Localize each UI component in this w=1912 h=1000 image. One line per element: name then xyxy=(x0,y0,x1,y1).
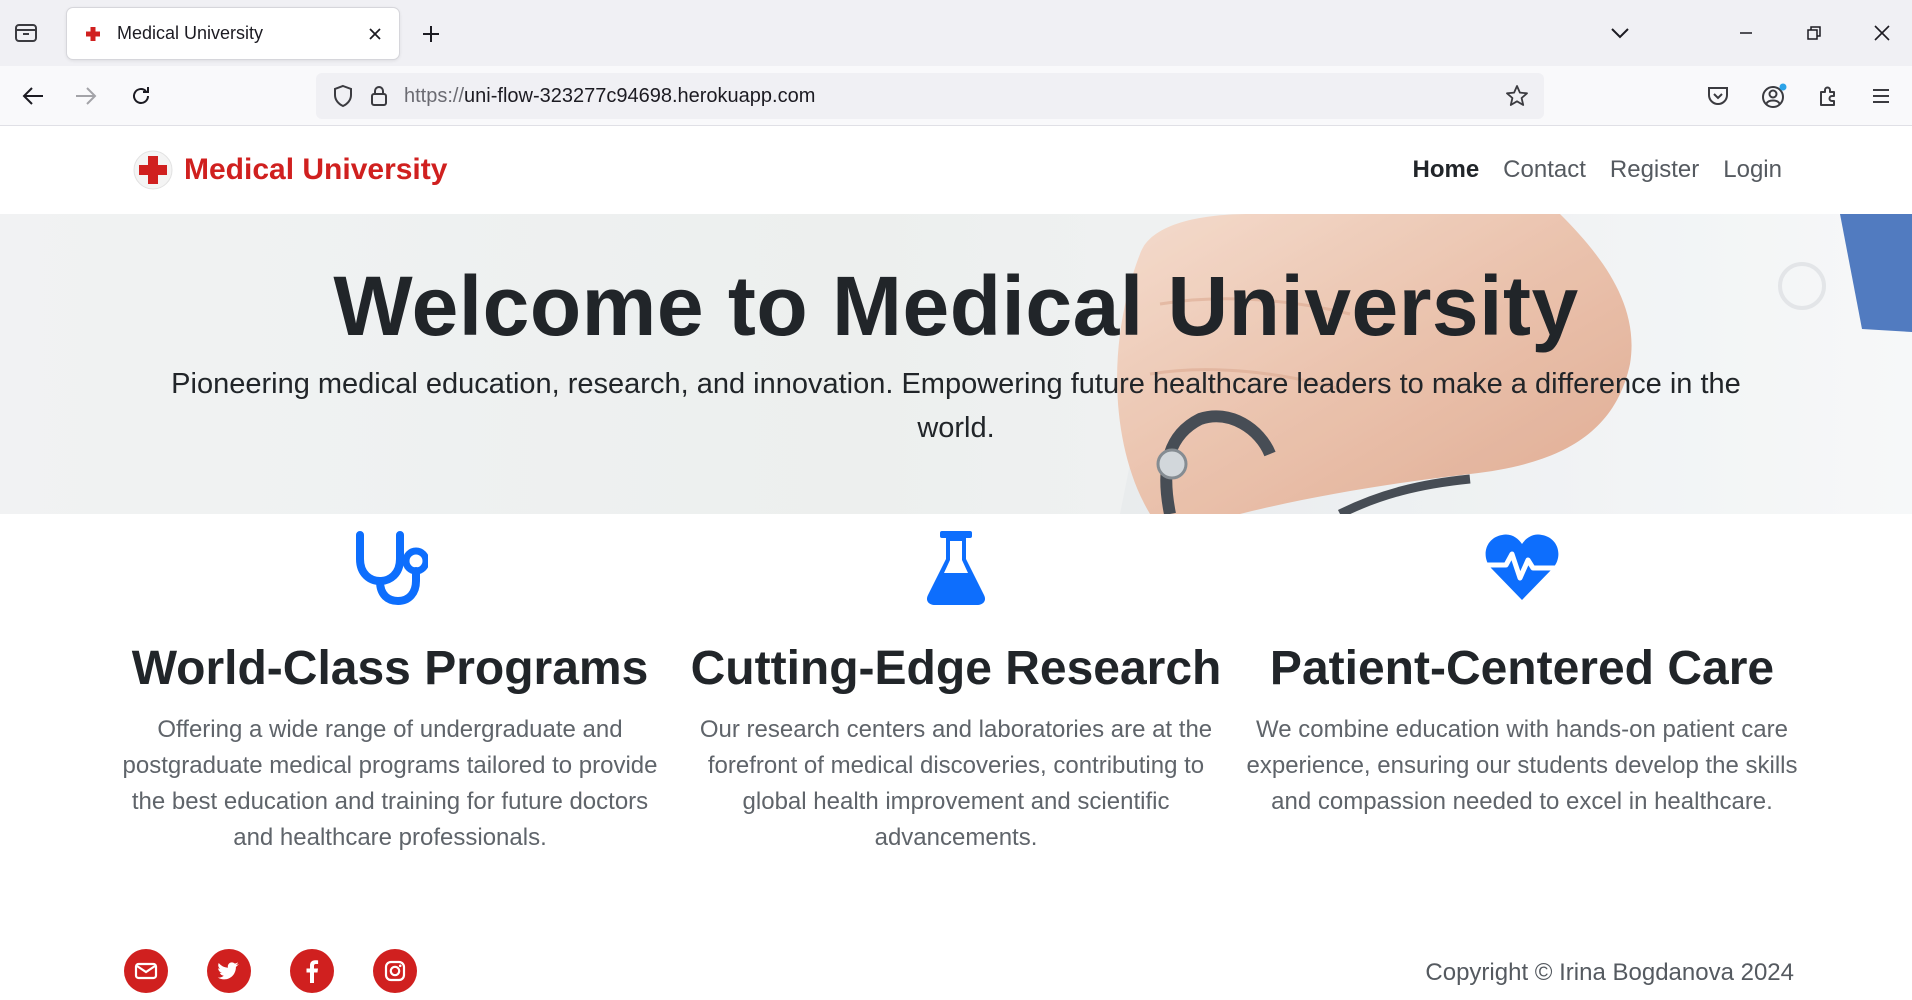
twitter-icon xyxy=(217,962,239,980)
twitter-link[interactable] xyxy=(207,949,251,993)
instagram-icon xyxy=(384,960,406,982)
tab-list-icon xyxy=(15,24,37,42)
site-footer: Copyright © Irina Bogdanova 2024 xyxy=(0,949,1912,999)
account-button[interactable] xyxy=(1756,78,1792,114)
stethoscope-icon xyxy=(110,527,670,607)
puzzle-icon xyxy=(1820,86,1835,106)
heart-pulse-icon xyxy=(1242,527,1802,607)
restore-icon xyxy=(1807,26,1821,40)
address-bar[interactable]: https://uni-flow-323277c94698.herokuapp.… xyxy=(316,73,1544,119)
feature-description: We combine education with hands-on patie… xyxy=(1246,716,1798,815)
restore-window-button[interactable] xyxy=(1796,16,1832,50)
feature-card: Patient-Centered Care We combine educati… xyxy=(1242,527,1802,820)
nav-register-link[interactable]: Register xyxy=(1610,156,1699,184)
reload-button[interactable] xyxy=(123,78,159,114)
facebook-link[interactable] xyxy=(290,949,334,993)
feature-title: Cutting-Edge Research xyxy=(690,642,1222,695)
tab-title: Medical University xyxy=(117,23,264,43)
account-icon xyxy=(1762,83,1787,108)
close-icon xyxy=(369,27,381,40)
url-host: uni-flow-323277c94698.herokuapp.com xyxy=(464,84,816,107)
email-icon xyxy=(134,962,158,980)
star-icon xyxy=(1506,85,1528,106)
browser-tab-active[interactable]: Medical University xyxy=(67,8,399,59)
new-tab-button[interactable] xyxy=(416,19,446,49)
close-window-button[interactable] xyxy=(1864,16,1900,50)
features-section: World-Class Programs Offering a wide ran… xyxy=(110,527,1802,851)
facebook-icon xyxy=(306,960,319,983)
site-security-button[interactable] xyxy=(364,81,394,111)
hero-title: Welcome to Medical University xyxy=(333,259,1579,353)
nav-login-link[interactable]: Login xyxy=(1723,156,1782,184)
plus-icon xyxy=(423,26,439,42)
bookmark-button[interactable] xyxy=(1502,81,1532,111)
browser-navigation-bar: https://uni-flow-323277c94698.herokuapp.… xyxy=(0,66,1912,126)
extensions-button[interactable] xyxy=(1810,78,1846,114)
forward-button[interactable] xyxy=(68,78,104,114)
hero-banner: Welcome to Medical University Pioneering… xyxy=(0,214,1912,514)
hamburger-menu-icon xyxy=(1873,89,1889,103)
web-page: Medical University Home Contact Register… xyxy=(0,127,1912,1000)
reload-icon xyxy=(133,87,149,104)
minimize-icon xyxy=(1740,32,1752,34)
site-navigation: Home Contact Register Login xyxy=(1412,156,1782,184)
hero-subtitle: Pioneering medical education, research, … xyxy=(171,368,1741,444)
url-scheme: https:// xyxy=(404,84,465,107)
pocket-icon xyxy=(1708,87,1728,105)
feature-title: World-Class Programs xyxy=(131,642,649,695)
red-cross-favicon-icon xyxy=(83,24,103,44)
feature-description: Offering a wide range of undergraduate a… xyxy=(122,716,658,851)
red-cross-logo-icon xyxy=(132,149,174,191)
app-menu-button[interactable] xyxy=(1863,78,1899,114)
instagram-link[interactable] xyxy=(373,949,417,993)
nav-home-link[interactable]: Home xyxy=(1412,156,1479,184)
shield-icon xyxy=(334,84,352,108)
arrow-left-icon xyxy=(22,87,43,105)
feature-card: World-Class Programs Offering a wide ran… xyxy=(110,527,670,856)
close-icon xyxy=(1874,25,1890,41)
flask-icon xyxy=(676,527,1236,607)
brand-link[interactable]: Medical University xyxy=(132,149,447,191)
nav-contact-link[interactable]: Contact xyxy=(1503,156,1586,184)
list-all-tabs-button[interactable] xyxy=(10,18,42,48)
copyright-text: Copyright © Irina Bogdanova 2024 xyxy=(1425,959,1794,986)
pocket-button[interactable] xyxy=(1700,78,1736,114)
minimize-window-button[interactable] xyxy=(1728,16,1764,50)
back-button[interactable] xyxy=(15,78,51,114)
browser-tab-strip: Medical University xyxy=(0,0,1912,66)
arrow-right-icon xyxy=(76,87,97,105)
site-header: Medical University Home Contact Register… xyxy=(0,127,1912,213)
chevron-down-icon xyxy=(1611,28,1629,39)
brand-name: Medical University xyxy=(184,153,448,186)
tracking-protection-button[interactable] xyxy=(328,81,358,111)
feature-description: Our research centers and laboratories ar… xyxy=(699,716,1213,851)
tab-overflow-button[interactable] xyxy=(1602,16,1638,50)
lock-icon xyxy=(371,86,387,106)
feature-title: Patient-Centered Care xyxy=(1269,642,1775,695)
close-tab-button[interactable] xyxy=(361,20,389,48)
email-link[interactable] xyxy=(124,949,168,993)
feature-card: Cutting-Edge Research Our research cente… xyxy=(676,527,1236,856)
url-text[interactable]: https://uni-flow-323277c94698.herokuapp.… xyxy=(404,85,1502,108)
